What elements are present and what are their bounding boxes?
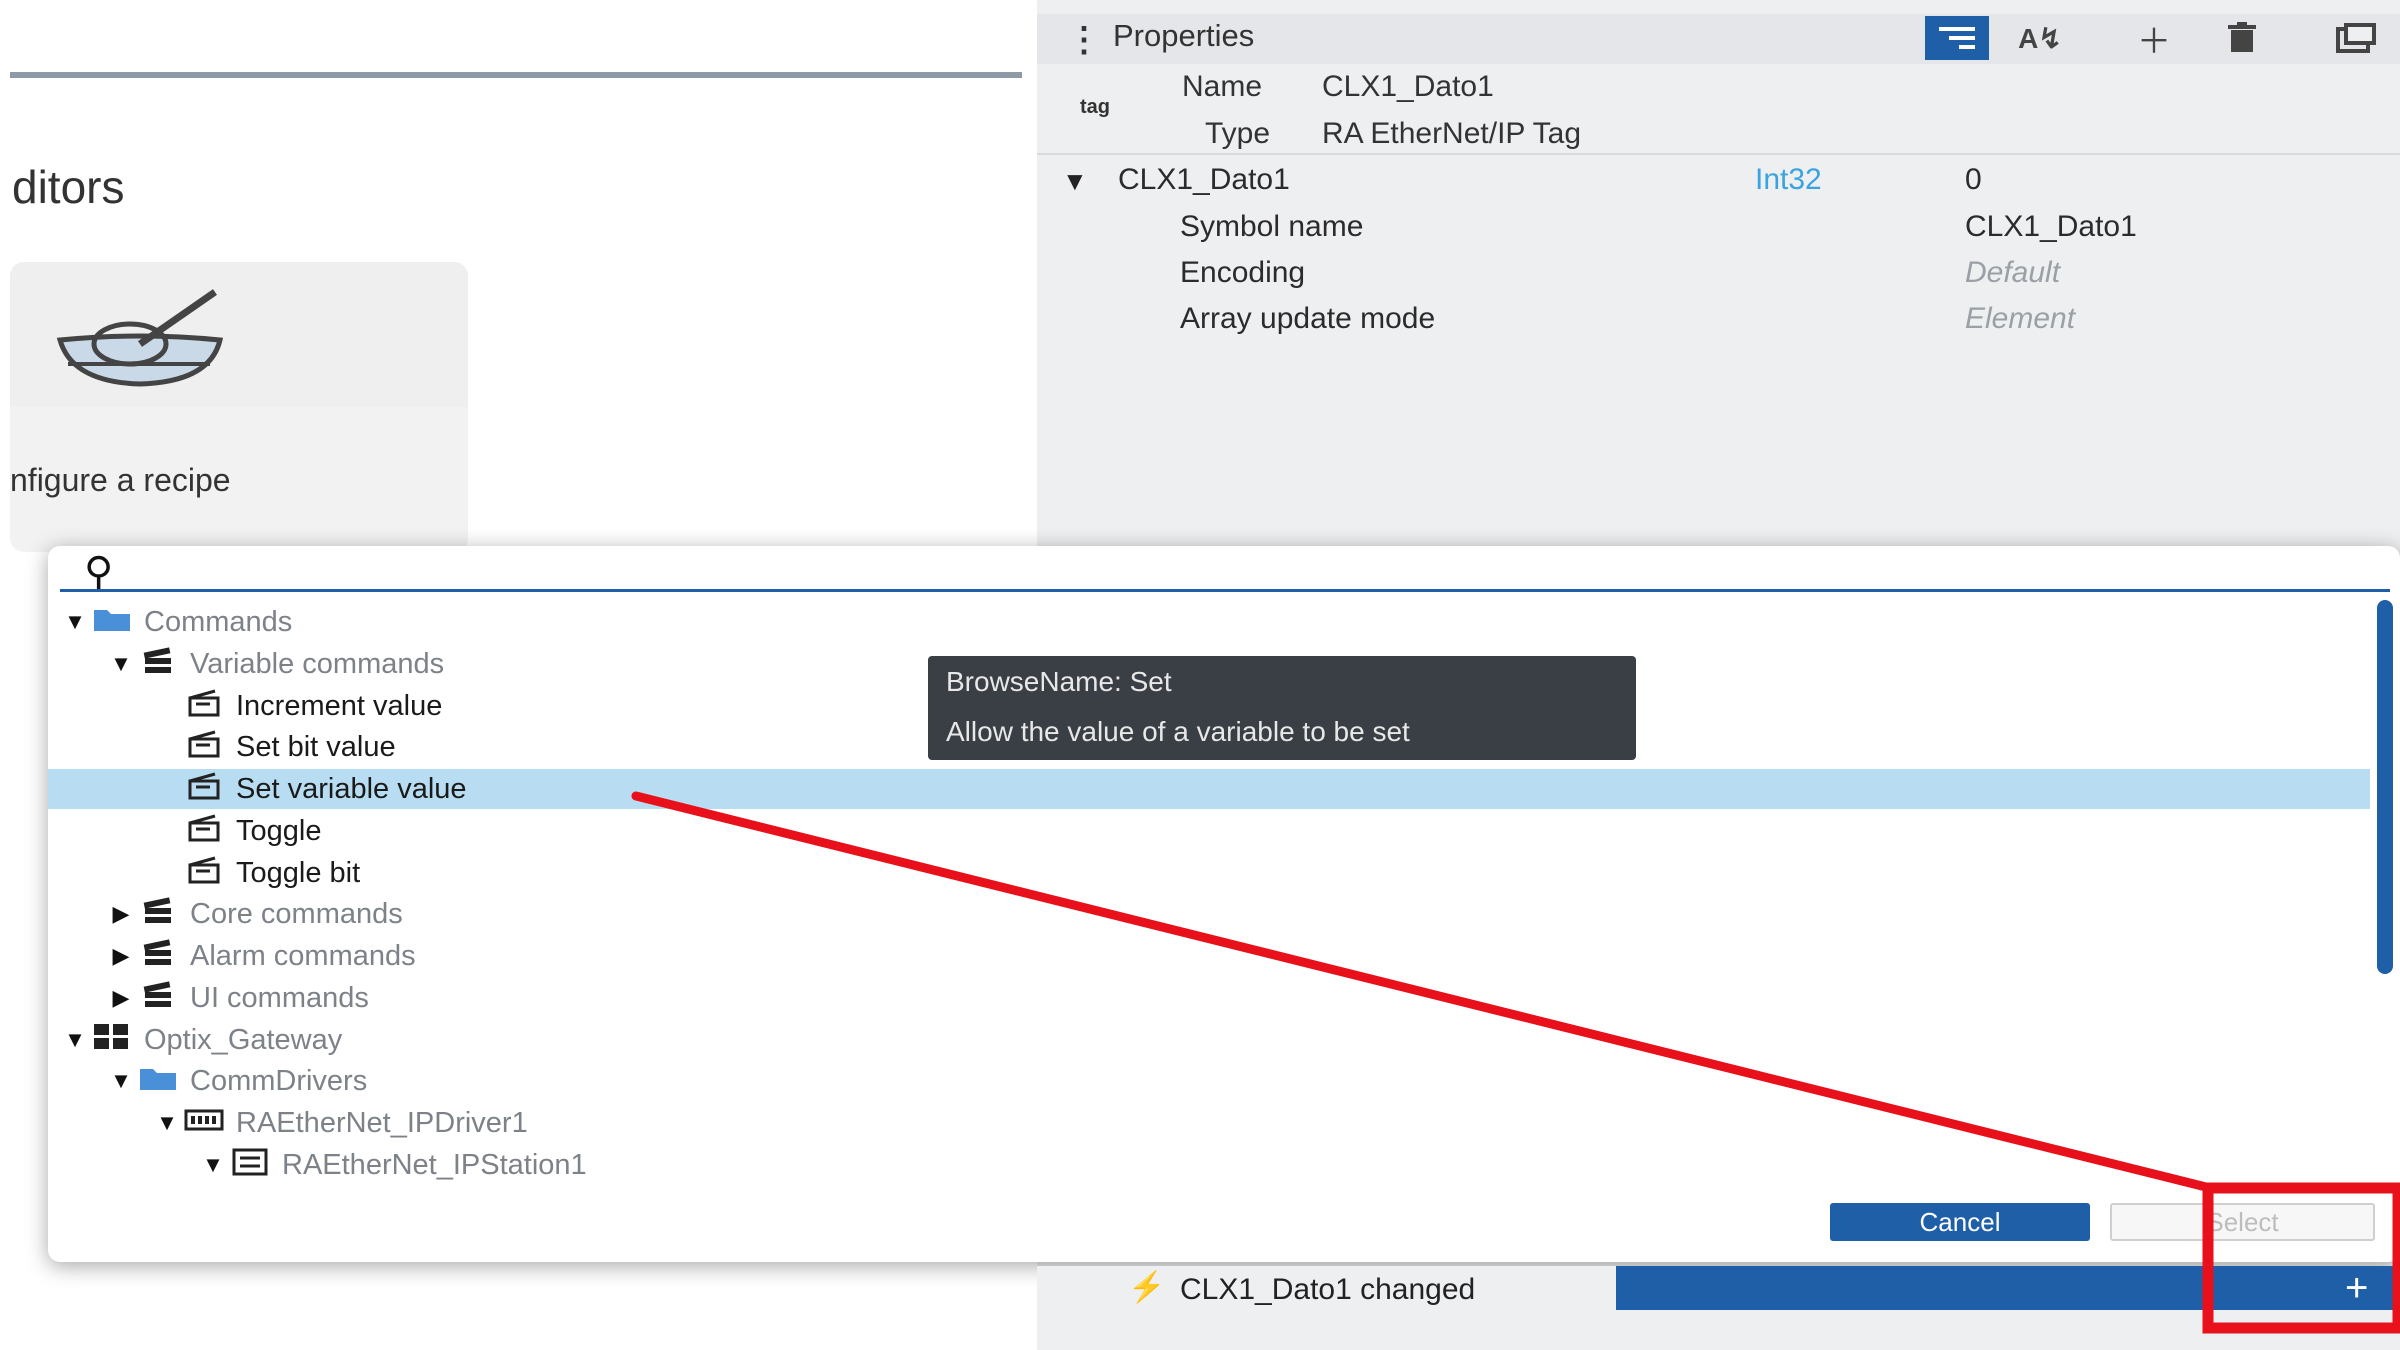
tree-item-label: Toggle bit (236, 856, 361, 889)
tree-item-label: Toggle (236, 814, 322, 847)
encoding-key: Encoding (1180, 256, 1306, 289)
tree-item[interactable]: ▶ Core commands (48, 894, 2370, 934)
tree-item[interactable]: Set variable value (48, 769, 2370, 809)
command-icon (182, 771, 226, 808)
az-sort-icon[interactable]: A↯ (2008, 16, 2072, 60)
collapse-caret-icon[interactable]: ▼ (106, 1068, 136, 1094)
tree-item-label: Set variable value (236, 772, 467, 805)
tree-item[interactable]: Toggle bit (48, 853, 2370, 893)
whisk-bowl-icon (56, 289, 224, 387)
array-update-mode-value[interactable]: Element (1965, 302, 2075, 336)
tree-item-label: Alarm commands (190, 939, 416, 972)
collapse-caret-icon[interactable]: ▼ (60, 1027, 90, 1053)
array-update-mode-key: Array update mode (1180, 302, 1436, 335)
library-icon (136, 980, 180, 1017)
variable-datatype[interactable]: Int32 (1755, 163, 1822, 197)
plus-icon[interactable]: + (2345, 1266, 2368, 1311)
driver-icon (182, 1107, 226, 1140)
tree-item-label: Core commands (190, 897, 403, 930)
recipe-card-image (10, 262, 468, 407)
select-button[interactable]: Select (2110, 1203, 2375, 1241)
command-icon (182, 813, 226, 850)
tree-scrollbar[interactable] (2377, 600, 2393, 974)
library-icon (136, 646, 180, 683)
command-icon (182, 855, 226, 892)
tree-item[interactable]: ▼ Optix_Gateway (48, 1020, 2370, 1060)
type-value: RA EtherNet/IP Tag (1322, 117, 1582, 150)
variable-value[interactable]: 0 (1965, 163, 1982, 197)
command-icon (182, 688, 226, 725)
tag-icon: tag (1080, 96, 1110, 118)
encoding-value[interactable]: Default (1965, 256, 2060, 290)
kebab-menu-icon[interactable]: ⋮ (1067, 20, 1101, 60)
event-handler-bar[interactable] (1616, 1266, 2400, 1310)
tree-item[interactable]: ▶ Alarm commands (48, 936, 2370, 976)
tree-item[interactable]: ▶ UI commands (48, 978, 2370, 1018)
tree-item-label: RAEtherNet_IPStation1 (282, 1148, 587, 1181)
collapse-caret-icon[interactable]: ▼ (60, 609, 90, 635)
tree-item-label: Commands (144, 605, 293, 638)
symbol-name-value[interactable]: CLX1_Dato1 (1965, 210, 2137, 244)
symbol-name-key: Symbol name (1180, 210, 1364, 243)
trash-icon[interactable] (2210, 16, 2274, 60)
tree-item-label: Variable commands (190, 647, 445, 680)
recipe-card-label: nfigure a recipe (10, 462, 231, 498)
lightning-icon: ⚡ (1128, 1271, 1166, 1304)
sort-icon[interactable] (1925, 16, 1989, 60)
project-icon (90, 1022, 134, 1059)
collapse-caret-icon[interactable]: ▼ (198, 1152, 228, 1178)
tree-item[interactable]: ▼ CommDrivers (48, 1061, 2370, 1101)
tree-item[interactable]: ▼ RAEtherNet_IPStation1 (48, 1145, 2370, 1185)
collapse-caret-icon[interactable]: ▼ (1062, 166, 1088, 197)
collapse-caret-icon[interactable]: ▼ (152, 1110, 182, 1136)
tree-item-label: Optix_Gateway (144, 1023, 343, 1056)
command-icon (182, 729, 226, 766)
event-label: CLX1_Dato1 changed (1180, 1273, 1476, 1306)
name-key: Name (1182, 70, 1263, 103)
search-underline (60, 589, 2390, 592)
properties-divider (1037, 153, 2400, 155)
expand-caret-icon[interactable]: ▶ (106, 943, 136, 969)
station-icon (228, 1147, 272, 1184)
expand-caret-icon[interactable]: ▶ (106, 901, 136, 927)
library-icon (136, 938, 180, 975)
tree-item[interactable]: ▼ Commands (48, 602, 2370, 642)
collapse-caret-icon[interactable]: ▼ (106, 651, 136, 677)
library-icon (136, 896, 180, 933)
panel-divider (10, 72, 1022, 78)
folder-icon (90, 605, 134, 640)
plus-icon[interactable]: ＋ (2122, 16, 2186, 61)
editors-title: ditors (12, 161, 125, 213)
tooltip: BrowseName: Set Allow the value of a var… (928, 656, 1636, 760)
search-input[interactable] (140, 552, 2384, 592)
tree-item-label: UI commands (190, 981, 369, 1014)
tree-item[interactable]: Toggle (48, 811, 2370, 851)
folder-icon (136, 1064, 180, 1099)
tree-item-label: CommDrivers (190, 1064, 368, 1097)
tree-item-label: RAEtherNet_IPDriver1 (236, 1106, 528, 1139)
tree-item[interactable]: ▼ RAEtherNet_IPDriver1 (48, 1103, 2370, 1143)
name-value[interactable]: CLX1_Dato1 (1322, 70, 1494, 104)
tree-item-label: Increment value (236, 689, 443, 722)
tooltip-description: Allow the value of a variable to be set (946, 716, 1410, 747)
tree-item-label: Set bit value (236, 730, 396, 763)
window-icon[interactable] (2324, 16, 2388, 60)
tooltip-browse-name: BrowseName: Set (946, 666, 1172, 697)
properties-title: Properties (1113, 18, 1255, 53)
expand-caret-icon[interactable]: ▶ (106, 985, 136, 1011)
type-key: Type (1205, 117, 1271, 150)
cancel-button[interactable]: Cancel (1830, 1203, 2090, 1241)
variable-name: CLX1_Dato1 (1118, 163, 1290, 196)
